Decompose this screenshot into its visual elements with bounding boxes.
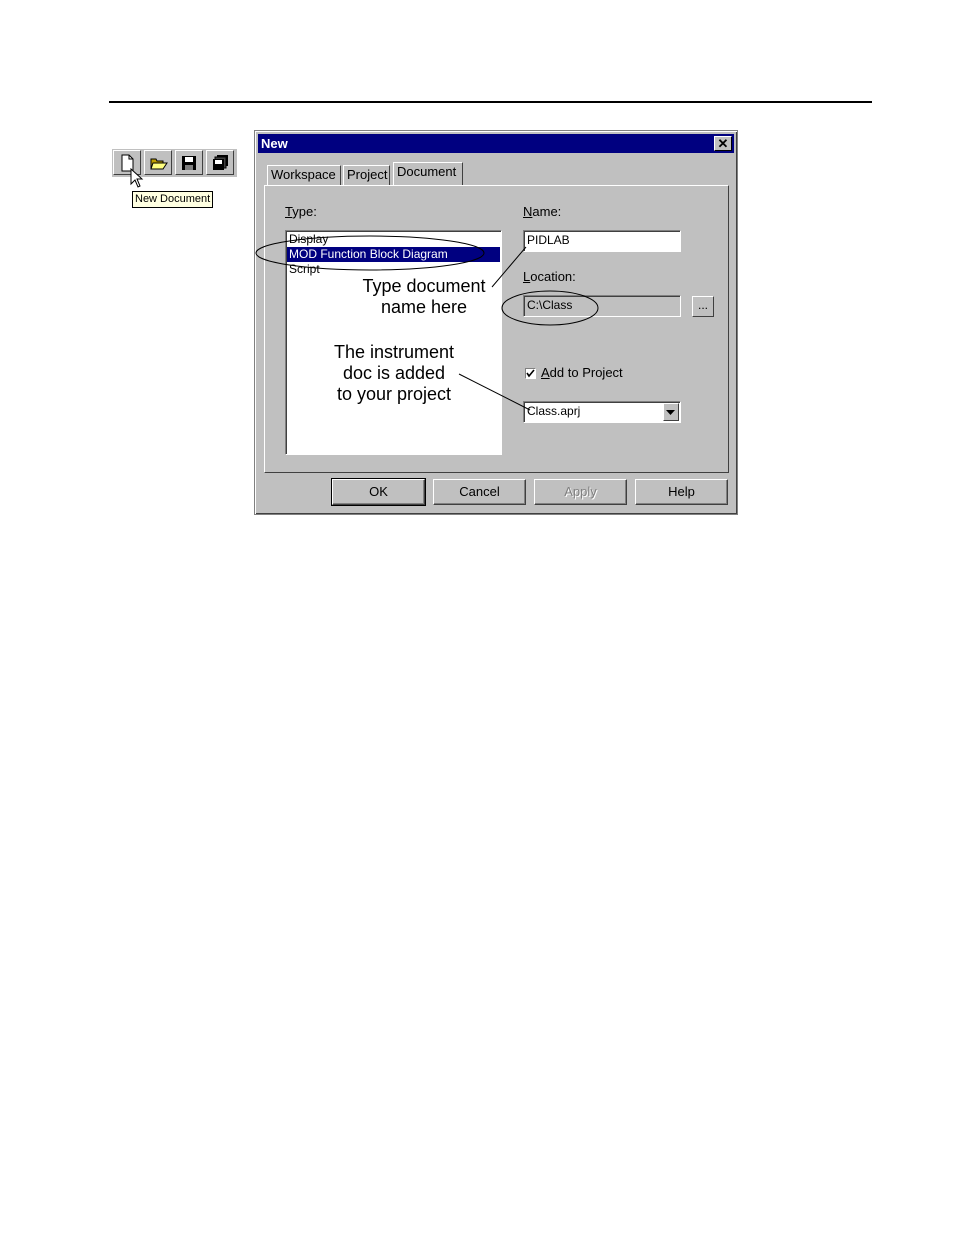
annotation-text: to your project <box>336 384 452 404</box>
open-folder-icon <box>150 158 168 170</box>
location-input[interactable]: C:\Class <box>523 295 681 317</box>
add-to-project-checkbox[interactable] <box>525 368 536 379</box>
save-button[interactable] <box>175 150 203 175</box>
tab-document[interactable]: Document <box>393 162 463 185</box>
annotation-text: name here <box>380 297 468 317</box>
open-button[interactable] <box>144 150 172 175</box>
save-all-button[interactable] <box>206 150 234 175</box>
dialog-title: New <box>261 136 288 151</box>
annotation-instrument-doc: The instrument doc is added to your proj… <box>326 342 462 405</box>
name-label: Name: <box>523 204 562 219</box>
add-to-project-label: Add to Project <box>541 365 623 380</box>
list-item-selected[interactable]: MOD Function Block Diagram <box>287 247 500 262</box>
checkmark-icon <box>526 369 535 378</box>
title-bar: New ✕ <box>258 134 734 153</box>
chevron-down-icon <box>666 410 675 415</box>
name-input-value: PIDLAB <box>527 233 570 247</box>
close-icon: ✕ <box>717 136 729 151</box>
location-input-value: C:\Class <box>527 298 573 312</box>
list-item[interactable]: Script <box>287 262 500 277</box>
type-label: Type: <box>285 204 317 219</box>
mouse-cursor-icon <box>130 168 144 188</box>
save-disk-icon <box>182 156 196 170</box>
close-button[interactable]: ✕ <box>714 136 732 151</box>
annotation-text: doc is added <box>342 363 446 383</box>
new-document-tooltip: New Document <box>132 191 214 208</box>
annotation-text: Type document <box>362 276 486 296</box>
browse-button[interactable]: ... <box>692 296 714 317</box>
new-dialog: New ✕ Workspace Project Document Type: D… <box>254 130 738 515</box>
save-all-icon <box>213 155 228 170</box>
annotation-type-name: Type document name here <box>356 276 492 318</box>
apply-button[interactable]: Apply <box>534 479 627 505</box>
name-input[interactable]: PIDLAB <box>523 230 681 252</box>
location-label: Location: <box>523 269 576 284</box>
help-button[interactable]: Help <box>635 479 728 505</box>
tab-project[interactable]: Project <box>343 165 390 185</box>
annotation-text: The instrument <box>333 342 455 362</box>
project-select-dropdown-button[interactable] <box>663 403 679 421</box>
project-select-value: Class.aprj <box>527 404 581 418</box>
list-item[interactable]: Display <box>287 232 500 247</box>
document-tab-panel: Type: Display MOD Function Block Diagram… <box>264 185 729 473</box>
header-rule <box>109 101 872 103</box>
tab-workspace[interactable]: Workspace <box>267 165 341 185</box>
cancel-button[interactable]: Cancel <box>433 479 526 505</box>
ok-button[interactable]: OK <box>331 478 426 506</box>
project-select[interactable]: Class.aprj <box>523 401 681 423</box>
